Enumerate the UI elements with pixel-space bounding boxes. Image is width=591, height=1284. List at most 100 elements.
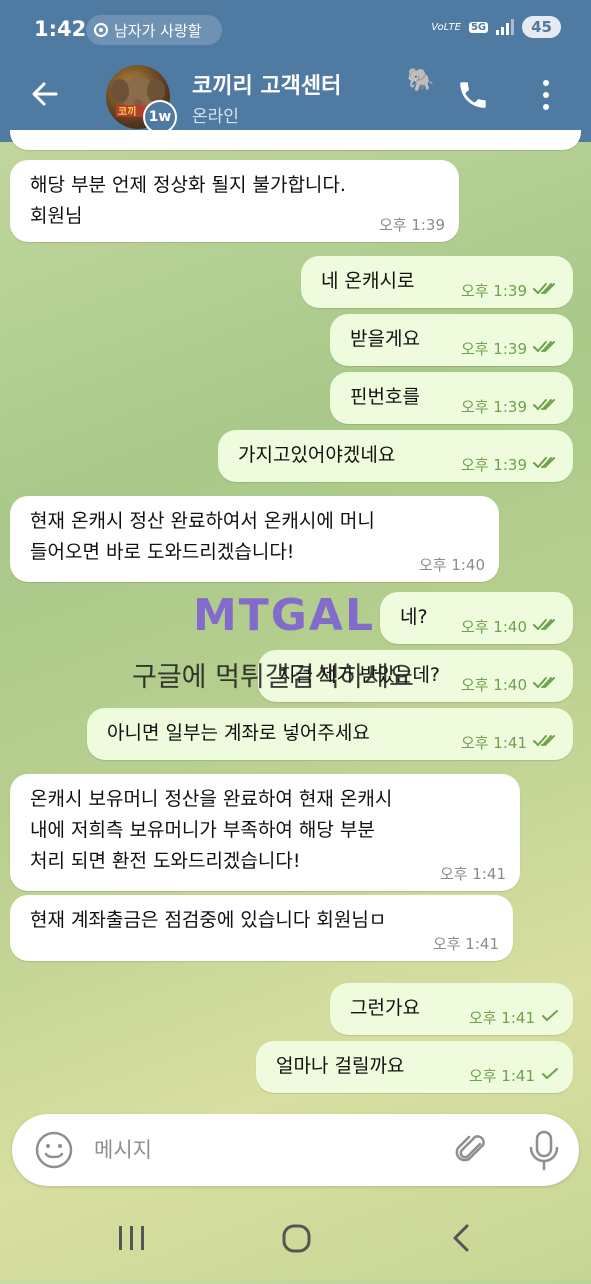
- outgoing-message[interactable]: 가지고있어야겠네요오후 1:39: [218, 430, 573, 482]
- message-time: 오후 1:40: [460, 618, 527, 636]
- nav-back-button[interactable]: [453, 1224, 469, 1252]
- outgoing-message[interactable]: 네 온캐시로오후 1:39: [301, 256, 573, 308]
- emoji-icon[interactable]: [34, 1130, 74, 1170]
- message-time: 오후 1:39: [460, 456, 527, 474]
- outgoing-message[interactable]: 아니면 일부는 계좌로 넣어주세요오후 1:41: [87, 708, 573, 760]
- double-check-icon: [533, 676, 559, 694]
- single-check-icon: [541, 1067, 559, 1085]
- incoming-message[interactable]: 온캐시 보유머니 정산을 완료하여 현재 온캐시 내에 저희측 보유머니가 부족하…: [10, 774, 520, 891]
- double-check-icon: [533, 340, 559, 358]
- message-time: 오후 1:41: [439, 865, 506, 883]
- status-icons: VoLTE 5G 45: [431, 16, 561, 38]
- message-meta: 오후 1:41: [433, 933, 499, 954]
- message-time: 오후 1:40: [418, 556, 485, 574]
- phone-icon[interactable]: [456, 78, 490, 112]
- message-time: 오후 1:39: [460, 398, 527, 416]
- incoming-message[interactable]: 현재 온캐시 정산 완료하여서 온캐시에 머니들어오면 바로 도와드리겠습니다!…: [10, 496, 499, 582]
- status-time: 1:42: [34, 17, 87, 41]
- message-meta: 오후 1:39: [461, 396, 559, 417]
- message-line: 핀번호를: [350, 386, 420, 408]
- message-meta: 오후 1:39: [379, 214, 445, 235]
- double-check-icon: [533, 456, 559, 474]
- message-time: 오후 1:41: [460, 734, 527, 752]
- message-time: 오후 1:39: [460, 340, 527, 358]
- double-check-icon: [533, 734, 559, 752]
- message-line: 받을게요: [350, 328, 420, 350]
- partial-message: [10, 130, 581, 150]
- message-line: 아니면 일부는 계좌로 넣어주세요: [107, 722, 370, 744]
- message-meta: 오후 1:39: [461, 280, 559, 301]
- message-line: 회원님: [30, 205, 83, 227]
- microphone-icon[interactable]: [524, 1128, 564, 1172]
- message-meta: 오후 1:40: [461, 674, 559, 695]
- chat-status: 온라인: [192, 107, 239, 127]
- message-text: 그런가요: [350, 993, 420, 1024]
- outgoing-message[interactable]: 핀번호를오후 1:39: [330, 372, 573, 424]
- more-menu-icon[interactable]: [542, 80, 550, 110]
- message-text: 받을게요: [350, 324, 420, 355]
- message-line: 네?: [400, 606, 428, 628]
- outgoing-message[interactable]: 받을게요오후 1:39: [330, 314, 573, 366]
- message-text: 현재 계좌출금은 점검중에 있습니다 회원님ㅁ: [30, 905, 386, 936]
- message-text: 해당 부분 언제 정상화 될지 불가합니다. 회원님: [30, 170, 346, 232]
- outgoing-message[interactable]: 그런가요오후 1:41: [330, 983, 573, 1035]
- media-ticker-text: 남자가 사랑할: [114, 21, 202, 40]
- single-check-icon: [541, 1009, 559, 1027]
- message-line: 처리 되면 환전 도와드리겠습니다!: [30, 850, 301, 872]
- message-line: 얼마나 걸릴까요: [276, 1055, 405, 1077]
- message-text: 핀번호를: [350, 382, 420, 413]
- message-time: 오후 1:39: [378, 216, 445, 234]
- signal-icon: [496, 19, 515, 35]
- message-line: 그런가요: [350, 997, 420, 1019]
- record-icon: [94, 23, 108, 37]
- media-ticker[interactable]: 남자가 사랑할: [86, 15, 222, 45]
- status-bar: 1:42 남자가 사랑할 VoLTE 5G 45: [0, 0, 591, 60]
- outgoing-message[interactable]: 네? 오후 1:40: [380, 592, 573, 644]
- message-time: 오후 1:41: [468, 1009, 535, 1027]
- message-line: 네 온캐시로: [321, 270, 415, 292]
- incoming-message[interactable]: 해당 부분 언제 정상화 될지 불가합니다. 회원님오후 1:39: [10, 160, 459, 242]
- battery-indicator: 45: [522, 16, 561, 38]
- incoming-message[interactable]: 현재 계좌출금은 점검중에 있습니다 회원님ㅁ 오후 1:41: [10, 895, 513, 961]
- recent-apps-button[interactable]: [119, 1226, 144, 1250]
- watermark-logo: MTGAL: [193, 590, 376, 641]
- message-line: 들어오면 바로 도와드리겠습니다!: [30, 541, 295, 563]
- message-text: 아니면 일부는 계좌로 넣어주세요: [107, 718, 370, 749]
- message-meta: 오후 1:40: [419, 554, 485, 575]
- message-text: 온캐시 보유머니 정산을 완료하여 현재 온캐시 내에 저희측 보유머니가 부족하…: [30, 784, 392, 877]
- outgoing-message[interactable]: 얼마나 걸릴까요오후 1:41: [256, 1041, 573, 1093]
- message-text: 얼마나 걸릴까요: [276, 1051, 404, 1082]
- message-input[interactable]: 메시지: [94, 1134, 152, 1164]
- story-badge: 1w: [143, 100, 177, 134]
- network-label: 5G: [468, 21, 489, 33]
- message-line: 해당 부분 언제 정상화 될지 불가합니다.: [30, 174, 346, 196]
- svg-text:코끼: 코끼: [118, 105, 136, 118]
- message-time: 오후 1:40: [460, 676, 527, 694]
- message-time: 오후 1:39: [460, 282, 527, 300]
- attach-icon[interactable]: [452, 1130, 492, 1170]
- message-input-bar[interactable]: 메시지: [12, 1114, 579, 1186]
- message-line: 현재 온캐시 정산 완료하여서 온캐시에 머니: [30, 510, 375, 532]
- message-line: 가지고있어야겠네요: [238, 444, 396, 466]
- message-text: 현재 온캐시 정산 완료하여서 온캐시에 머니들어오면 바로 도와드리겠습니다!: [30, 506, 375, 568]
- elephant-emoji: 🐘: [407, 68, 435, 93]
- message-line: 현재 계좌출금은 점검중에 있습니다 회원님ㅁ: [30, 909, 387, 931]
- message-text: 네 온캐시로: [321, 266, 414, 297]
- message-meta: 오후 1:41: [469, 1065, 559, 1086]
- double-check-icon: [533, 618, 559, 636]
- back-arrow-icon[interactable]: [30, 78, 60, 118]
- message-meta: 오후 1:41: [469, 1007, 559, 1028]
- watermark-tagline: 구글에 먹튀갤검색하세요: [132, 662, 414, 693]
- message-text: 가지고있어야겠네요: [238, 440, 395, 471]
- home-button[interactable]: [282, 1224, 311, 1253]
- chat-title[interactable]: 코끼리 고객센터: [192, 68, 341, 100]
- message-line: 내에 저희측 보유머니가 부족하여 해당 부분: [30, 819, 375, 841]
- double-check-icon: [533, 282, 559, 300]
- message-time: 오후 1:41: [468, 1067, 535, 1085]
- message-time: 오후 1:41: [432, 935, 499, 953]
- message-meta: 오후 1:41: [461, 732, 559, 753]
- message-meta: 오후 1:41: [440, 863, 506, 884]
- message-meta: 오후 1:39: [461, 338, 559, 359]
- message-meta: 오후 1:39: [461, 454, 559, 475]
- double-check-icon: [533, 398, 559, 416]
